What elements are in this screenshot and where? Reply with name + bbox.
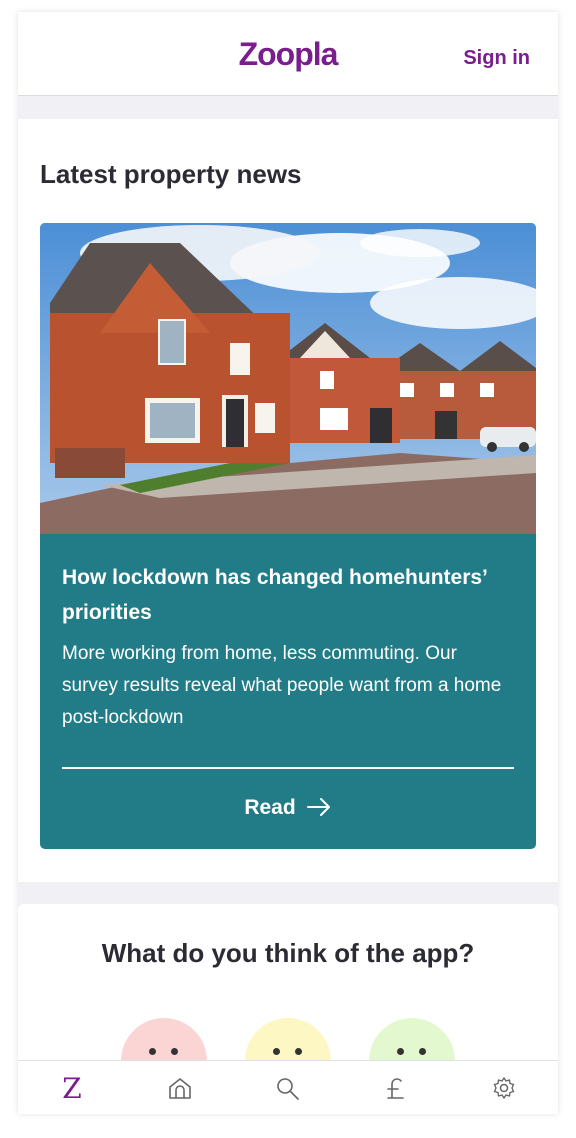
bottom-tab-bar: Z	[18, 1060, 558, 1114]
tab-search[interactable]	[234, 1061, 342, 1114]
sign-in-link[interactable]: Sign in	[463, 47, 530, 70]
tab-my-home[interactable]	[126, 1061, 234, 1114]
eye	[149, 1048, 156, 1055]
top-header: Zoopla Sign in	[18, 12, 558, 96]
eye	[419, 1048, 426, 1055]
pound-icon	[387, 1078, 404, 1099]
app-screen: Zoopla Sign in Latest property news How …	[18, 12, 558, 1114]
eye	[273, 1048, 280, 1055]
tab-settings[interactable]	[450, 1061, 558, 1114]
arrow-right-icon	[306, 798, 330, 816]
article-description: More working from home, less commuting. …	[62, 643, 502, 728]
eye	[397, 1048, 404, 1055]
home-icon	[169, 1078, 191, 1099]
gear-icon	[493, 1077, 515, 1099]
eye	[295, 1048, 302, 1055]
property-news-section: Latest property news How lockdown has ch…	[18, 119, 558, 882]
tab-finance[interactable]	[342, 1061, 450, 1114]
article-title[interactable]: How lockdown has changed homehunters’ pr…	[62, 560, 514, 630]
read-label: Read	[244, 796, 296, 819]
read-button[interactable]: Read	[62, 796, 514, 820]
divider	[62, 767, 514, 769]
eye	[171, 1048, 178, 1055]
zoopla-z-icon: Z	[62, 1072, 82, 1105]
article-image	[40, 223, 536, 534]
section-title: Latest property news	[40, 159, 302, 189]
tab-home-feed[interactable]: Z	[18, 1061, 126, 1114]
feedback-title: What do you think of the app?	[101, 938, 475, 968]
search-icon	[277, 1078, 299, 1100]
news-article-card[interactable]: How lockdown has changed homehunters’ pr…	[40, 223, 536, 849]
